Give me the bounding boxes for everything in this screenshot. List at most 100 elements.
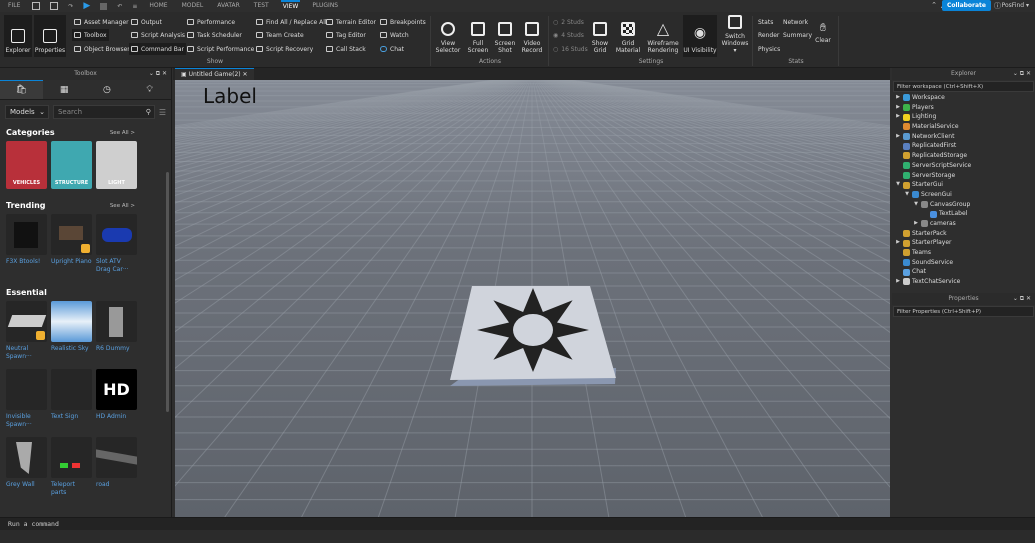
category-vehicles[interactable]: VEHICLES <box>6 141 47 189</box>
explorer-filter-input[interactable]: Filter workspace (Ctrl+Shift+X) <box>893 81 1034 92</box>
asset-card[interactable]: Slot ATV Drag Car··· <box>96 214 137 278</box>
explorer-button[interactable]: Explorer <box>4 15 32 57</box>
category-structure[interactable]: STRUCTURE <box>51 141 92 189</box>
asset-card[interactable]: HD HD Admin <box>96 369 137 433</box>
asset-card[interactable]: Grey Wall <box>6 437 47 501</box>
terrain-editor-button[interactable]: Terrain Editor <box>324 16 378 28</box>
collapse-ribbon-icon[interactable]: ⌃ <box>931 1 937 9</box>
toolbox-button[interactable]: Toolbox <box>72 29 109 41</box>
tab-untitled-game[interactable]: ▣ Untitled Game(2) ✕ <box>175 68 254 80</box>
watch-button[interactable]: Watch <box>378 29 411 41</box>
new-file-icon[interactable] <box>32 2 41 10</box>
script-recovery-button[interactable]: Script Recovery <box>254 43 315 55</box>
collaborate-button[interactable]: Collaborate <box>941 0 991 11</box>
performance-button[interactable]: Performance <box>185 16 237 28</box>
search-icon[interactable]: ⚲ <box>146 106 151 118</box>
tab-test[interactable]: TEST <box>252 0 271 12</box>
see-all-link[interactable]: See All > <box>110 130 135 136</box>
tab-plugins[interactable]: PLUGINS <box>310 0 340 12</box>
tab-home[interactable]: HOME <box>147 0 169 12</box>
asset-card[interactable]: F3X Btools! <box>6 214 47 278</box>
command-bar-button[interactable]: Command Bar <box>129 43 187 55</box>
script-performance-button[interactable]: Script Performance <box>185 43 256 55</box>
physics-button[interactable]: Physics <box>756 43 782 55</box>
expand-arrow-icon[interactable]: ▼ <box>913 200 919 210</box>
asset-card[interactable]: R6 Dummy <box>96 301 137 365</box>
asset-card[interactable]: Neutral Spawn··· <box>6 301 47 365</box>
panel-controls[interactable]: ⌄ ⧉ ✕ <box>149 68 167 80</box>
tab-model[interactable]: MODEL <box>180 0 206 12</box>
view-selector-button[interactable]: View Selector <box>434 15 462 57</box>
see-all-link[interactable]: See All > <box>110 203 135 209</box>
output-button[interactable]: Output <box>129 16 164 28</box>
summary-button[interactable]: Summary <box>781 29 814 41</box>
clear-button[interactable]: ✋︎ Clear <box>812 15 834 47</box>
tab-recent[interactable]: ◷ <box>86 80 129 99</box>
asset-card[interactable]: Invisible Spawn··· <box>6 369 47 433</box>
tree-item[interactable]: ▶ TextChatService <box>892 277 1035 287</box>
expand-arrow-icon[interactable]: ▼ <box>904 190 910 200</box>
expand-arrow-icon[interactable]: ▼ <box>895 180 901 190</box>
tree-item[interactable]: ReplicatedStorage <box>892 151 1035 161</box>
toolbox-search-input[interactable]: Search ⚲ <box>52 105 155 119</box>
expand-arrow-icon[interactable]: ▶ <box>895 132 901 142</box>
filter-icon[interactable]: ☰ <box>159 108 166 117</box>
find-replace-button[interactable]: Find All / Replace All <box>254 16 329 28</box>
tree-item[interactable]: ▶ cameras <box>892 219 1035 229</box>
object-browser-button[interactable]: Object Browser <box>72 43 132 55</box>
command-bar-input[interactable]: Run a command <box>0 517 1035 530</box>
chat-button[interactable]: Chat <box>378 43 406 55</box>
render-button[interactable]: Render <box>756 29 781 41</box>
tree-item[interactable]: ▶ Lighting <box>892 112 1035 122</box>
3d-viewport[interactable]: Label <box>175 80 890 517</box>
text-label[interactable]: Label <box>203 84 257 108</box>
studs-2-radio[interactable]: ○ 2 Studs <box>551 16 586 28</box>
tree-item[interactable]: MaterialService <box>892 122 1035 132</box>
ui-visibility-button[interactable]: ◉ UI Visibility <box>683 15 717 57</box>
tree-item[interactable]: ▶ StarterPlayer <box>892 238 1035 248</box>
tree-item[interactable]: ▶ Players <box>892 103 1035 113</box>
undo-icon[interactable]: ↶ <box>117 3 122 10</box>
wireframe-rendering-button[interactable]: △ Wireframe Rendering <box>645 15 681 57</box>
show-grid-button[interactable]: Show Grid <box>588 15 612 57</box>
screenshot-button[interactable]: Screen Shot <box>492 15 518 57</box>
expand-arrow-icon[interactable]: ▶ <box>895 112 901 122</box>
tab-avatar[interactable]: AVATAR <box>215 0 242 12</box>
full-screen-button[interactable]: Full Screen <box>465 15 491 57</box>
help-icon[interactable]: ⓘ <box>994 1 1001 11</box>
user-menu[interactable]: PosFind ▾ <box>1002 2 1029 9</box>
breakpoints-button[interactable]: Breakpoints <box>378 16 428 28</box>
asset-card[interactable]: Text Sign <box>51 369 92 433</box>
tree-item[interactable]: ServerScriptService <box>892 161 1035 171</box>
stop-icon[interactable] <box>100 2 108 10</box>
network-button[interactable]: Network <box>781 16 810 28</box>
redo-icon[interactable]: ↷ <box>68 3 73 10</box>
toolbox-scrollbar[interactable] <box>166 172 169 412</box>
task-scheduler-button[interactable]: Task Scheduler <box>185 29 244 41</box>
expand-arrow-icon[interactable]: ▶ <box>895 277 901 287</box>
switch-windows-button[interactable]: Switch Windows ▾ <box>720 15 750 57</box>
grid-material-button[interactable]: Grid Material <box>614 15 642 57</box>
studs-16-radio[interactable]: ○ 16 Studs <box>551 43 590 55</box>
studs-4-radio[interactable]: ◉ 4 Studs <box>551 29 586 41</box>
tree-item[interactable]: SoundService <box>892 258 1035 268</box>
asset-card[interactable]: road <box>96 437 137 501</box>
call-stack-button[interactable]: Call Stack <box>324 43 368 55</box>
expand-arrow-icon[interactable]: ▶ <box>895 238 901 248</box>
team-create-button[interactable]: Team Create <box>254 29 306 41</box>
expand-arrow-icon[interactable]: ▶ <box>895 103 901 113</box>
script-analysis-button[interactable]: Script Analysis <box>129 29 187 41</box>
properties-button[interactable]: Properties <box>34 15 66 57</box>
panel-controls[interactable]: ⌄ ⧉ ✕ <box>1013 293 1031 305</box>
tab-inventory[interactable]: ▦ <box>43 80 86 99</box>
tree-item[interactable]: ▼ CanvasGroup <box>892 200 1035 210</box>
customize-icon[interactable]: ≡ <box>132 3 137 10</box>
category-light[interactable]: LIGHT <box>96 141 137 189</box>
tree-item[interactable]: ▶ Workspace <box>892 93 1035 103</box>
category-dropdown[interactable]: Models ⌄ <box>5 105 49 119</box>
tree-item[interactable]: ▶ NetworkClient <box>892 132 1035 142</box>
properties-filter-input[interactable]: Filter Properties (Ctrl+Shift+P) <box>893 306 1034 317</box>
asset-card[interactable]: Realistic Sky <box>51 301 92 365</box>
asset-card[interactable]: Teleport parts <box>51 437 92 501</box>
play-icon[interactable]: ▶ <box>83 1 90 11</box>
